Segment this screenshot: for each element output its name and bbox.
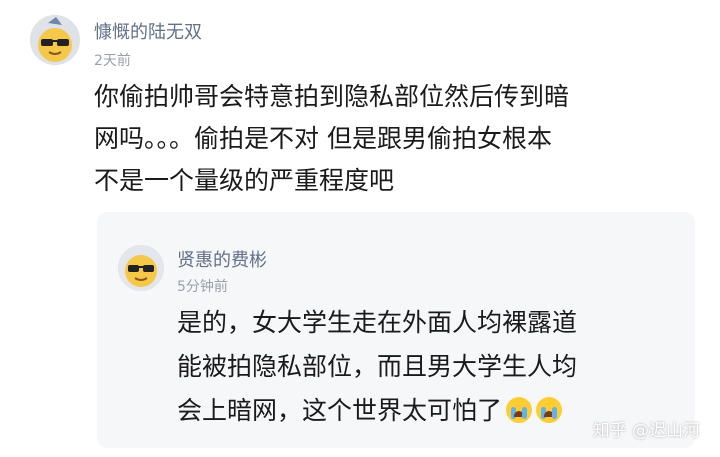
reply-body: 是的，女大学生走在外面人均裸露道 能被拍隐私部位，而且男大学生人均 会上暗网，这… [177, 301, 677, 433]
comment-line: 你偷拍帅哥会特意拍到隐私部位然后传到暗 [94, 82, 570, 111]
reply-line: 能被拍隐私部位，而且男大学生人均 [177, 352, 578, 381]
comment-thread: 慷慨的陆无双 2天前 你偷拍帅哥会特意拍到隐私部位然后传到暗 网吗。。。偷拍是不… [0, 0, 720, 457]
watermark: 知乎 @迟山河 [592, 421, 700, 441]
crying-face-icon [536, 397, 563, 423]
reply-timestamp: 5分钟前 [177, 279, 228, 295]
comment-timestamp: 2天前 [94, 53, 131, 69]
reply-avatar[interactable] [118, 245, 164, 291]
avatar[interactable] [30, 15, 80, 65]
reply-line: 是的，女大学生走在外面人均裸露道 [177, 308, 578, 337]
reply-line: 会上暗网，这个世界太可怕了 [177, 396, 503, 425]
comment-line: 不是一个量级的严重程度吧 [94, 166, 395, 195]
comment-line: 网吗。。。偷拍是不对 但是跟男偷拍女根本 [94, 124, 552, 153]
avatar-sunglasses-icon [118, 245, 164, 291]
comment-body: 你偷拍帅哥会特意拍到隐私部位然后传到暗 网吗。。。偷拍是不对 但是跟男偷拍女根本… [94, 76, 694, 202]
reply-username[interactable]: 贤惠的费彬 [177, 246, 267, 272]
avatar-sunglasses-icon [30, 15, 80, 65]
comment-username[interactable]: 慷慨的陆无双 [94, 18, 202, 44]
crying-face-icon [506, 397, 533, 423]
